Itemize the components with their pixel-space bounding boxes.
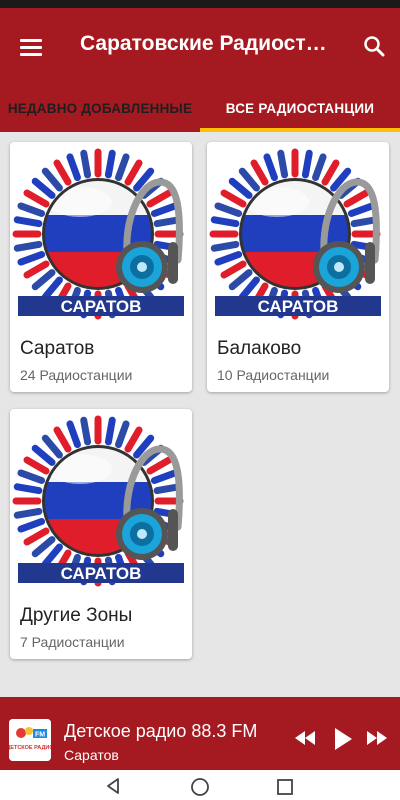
sunburst-ray [13,240,43,252]
home-icon[interactable] [190,777,210,797]
banner-label: САРАТОВ [61,297,142,316]
card-title: Балаково [217,338,302,359]
sunburst-ray [263,153,278,182]
back-icon[interactable] [104,777,122,795]
sunburst-ray [238,276,260,301]
card-balakovo[interactable]: САРАТОВ Балаково 10 Радиостанции [207,142,389,392]
card-other-zones[interactable]: САРАТОВ Другие Зоны 7 Радиостанции [10,409,192,659]
card-station-count: 24 Радиостанции [20,367,133,383]
sunburst-ray [104,149,116,179]
app-bar: Саратовские Радиостанции [0,8,400,86]
sunburst-ray [41,276,63,301]
sunburst-ray [115,420,130,449]
sunburst-ray [220,189,247,208]
sunburst-ray [41,434,63,459]
search-icon[interactable] [362,34,386,58]
sunburst-ray [17,251,46,266]
sunburst-ray [153,483,183,495]
banner-label: САРАТОВ [61,564,142,583]
logo-label: ДЕТСКОЕ РАДИО [9,745,51,751]
sunburst-ray [41,543,63,568]
svg-text:FM: FM [35,732,45,739]
sunburst-ray [23,189,50,208]
station-artwork: САРАТОВ [12,415,184,587]
sunburst-ray [150,202,179,217]
tab-indicator [200,128,400,132]
sunburst-ray [23,456,50,475]
sunburst-ray [80,149,92,179]
card-station-count: 10 Радиостанции [217,367,330,383]
sunburst-ray [214,251,243,266]
sunburst-ray [124,159,143,186]
play-icon[interactable] [333,727,353,751]
tab-bar: НЕДАВНО ДОБАВЛЕННЫЕ ВСЕ РАДИОСТАНЦИИ [0,86,400,132]
sunburst-ray [53,426,72,453]
sunburst-ray [17,469,46,484]
sunburst-ray [146,189,173,208]
fast-forward-icon[interactable] [365,729,389,747]
sunburst-ray [150,469,179,484]
card-saratov[interactable]: САРАТОВ Саратов 24 Радиостанции [10,142,192,392]
sunburst-ray [210,240,240,252]
player-station-title: Детское радио 88.3 FM [64,721,258,741]
sunburst-ray [228,177,253,199]
sunburst-ray [31,177,56,199]
card-title: Саратов [20,338,95,359]
sunburst-ray [80,416,92,446]
sunburst-ray [312,153,327,182]
rewind-icon[interactable] [293,729,317,747]
sunburst-ray [350,216,380,228]
sunburst-ray [17,202,46,217]
card-title: Другие Зоны [20,605,133,626]
sunburst-ray [13,216,43,228]
system-navigation-bar [0,770,400,800]
sunburst-ray [13,483,43,495]
sunburst-ray [66,420,81,449]
sunburst-ray [153,216,183,228]
sunburst-ray [104,416,116,446]
sunburst-ray [31,444,56,466]
menu-icon[interactable] [20,39,42,56]
sunburst-ray [343,189,370,208]
sunburst-ray [53,159,72,186]
sunburst-ray [146,456,173,475]
sunburst-ray [238,167,260,192]
sunburst-ray [41,167,63,192]
mini-player[interactable]: FM ДЕТСКОЕ РАДИО Детское радио 88.3 FM С… [0,697,400,770]
station-artwork: САРАТОВ [209,148,381,320]
sunburst-ray [321,159,340,186]
sunburst-ray [220,260,247,279]
sunburst-ray [301,149,313,179]
sunburst-ray [31,269,56,291]
banner-label: САРАТОВ [258,297,339,316]
sunburst-ray [347,202,376,217]
sunburst-ray [23,260,50,279]
sunburst-ray [23,527,50,546]
sunburst-ray [66,153,81,182]
sunburst-ray [228,269,253,291]
sunburst-ray [277,149,289,179]
card-station-count: 7 Радиостанции [20,634,125,650]
app-title: Саратовские Радиостанции [80,32,338,55]
sunburst-ray [115,153,130,182]
station-artwork: САРАТОВ [12,148,184,320]
recents-icon[interactable] [276,778,294,796]
player-station-region: Саратов [64,747,119,763]
sunburst-ray [31,536,56,558]
status-bar [0,0,400,8]
sunburst-ray [124,426,143,453]
sunburst-ray [214,202,243,217]
sunburst-ray [13,507,43,519]
sunburst-ray [17,518,46,533]
tab-all-stations[interactable]: ВСЕ РАДИОСТАНЦИИ [200,86,400,132]
sunburst-ray [250,159,269,186]
station-logo: FM ДЕТСКОЕ РАДИО [9,719,51,761]
tab-recently-added[interactable]: НЕДАВНО ДОБАВЛЕННЫЕ [0,86,200,132]
sunburst-ray [210,216,240,228]
